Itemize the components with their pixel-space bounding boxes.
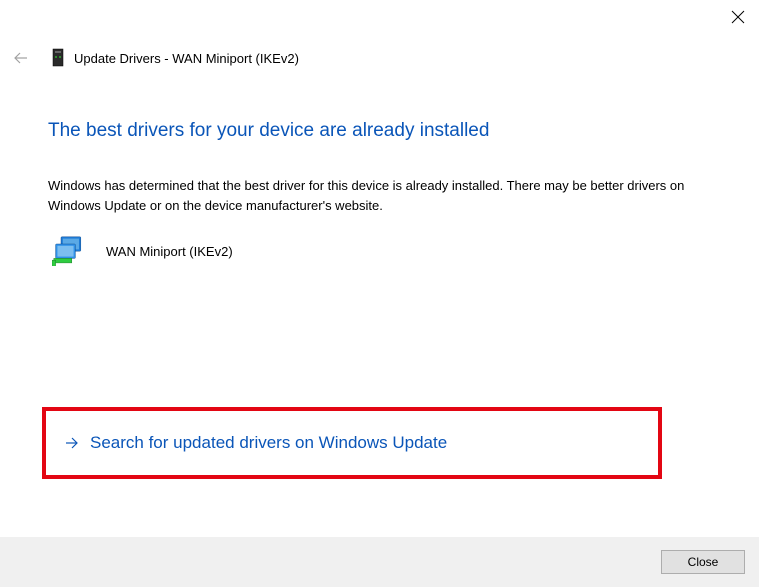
close-button[interactable]: Close — [661, 550, 745, 574]
header-row: Update Drivers - WAN Miniport (IKEv2) — [0, 30, 759, 70]
network-adapter-icon — [52, 235, 88, 267]
search-windows-update-link[interactable]: Search for updated drivers on Windows Up… — [64, 433, 640, 453]
highlight-annotation: Search for updated drivers on Windows Up… — [42, 407, 662, 479]
device-row: WAN Miniport (IKEv2) — [52, 235, 711, 267]
close-icon[interactable] — [729, 8, 747, 26]
titlebar — [0, 0, 759, 30]
device-icon-small — [50, 48, 66, 68]
arrow-right-icon — [64, 435, 80, 451]
window-title: Update Drivers - WAN Miniport (IKEv2) — [74, 51, 299, 66]
back-arrow-icon[interactable] — [12, 49, 30, 67]
body-text: Windows has determined that the best dri… — [48, 176, 711, 215]
search-link-text: Search for updated drivers on Windows Up… — [90, 433, 447, 453]
content-area: The best drivers for your device are alr… — [0, 70, 759, 479]
page-heading: The best drivers for your device are alr… — [48, 120, 711, 142]
device-name: WAN Miniport (IKEv2) — [106, 244, 233, 259]
footer-bar: Close — [0, 537, 759, 587]
